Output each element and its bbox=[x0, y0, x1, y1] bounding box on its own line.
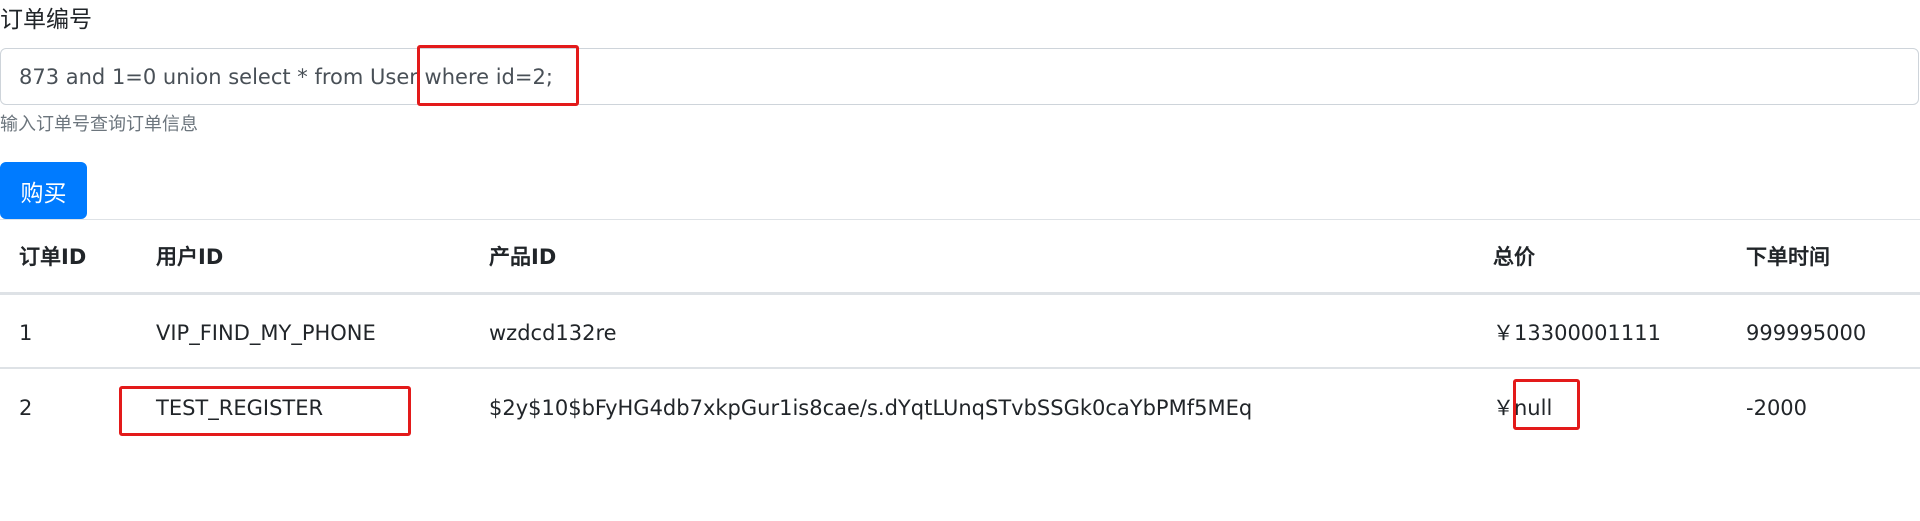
header-total-price: 总价 bbox=[1493, 245, 1535, 269]
table-row-divider bbox=[0, 367, 1920, 369]
order-number-input[interactable] bbox=[0, 48, 1919, 105]
order-query-page: 订单编号 输入订单号查询订单信息 购买 订单ID 用户ID 产品ID 总价 下单… bbox=[0, 0, 1920, 521]
cell-order-time: 999995000 bbox=[1746, 321, 1867, 345]
cell-total-price: ￥13300001111 bbox=[1493, 321, 1661, 345]
cell-order-id: 2 bbox=[19, 396, 33, 420]
cell-order-id: 1 bbox=[19, 321, 33, 345]
header-user-id: 用户ID bbox=[156, 245, 224, 269]
table-header-divider bbox=[0, 292, 1920, 295]
cell-total-price: ￥null bbox=[1493, 396, 1553, 420]
cell-user-id: TEST_REGISTER bbox=[156, 396, 324, 420]
table-top-border bbox=[0, 219, 1920, 220]
cell-product-id: wzdcd132re bbox=[489, 321, 617, 345]
cell-product-id: $2y$10$bFyHG4db7xkpGur1is8cae/s.dYqtLUnq… bbox=[489, 396, 1253, 420]
help-text: 输入订单号查询订单信息 bbox=[0, 114, 198, 135]
buy-button[interactable]: 购买 bbox=[0, 162, 87, 219]
header-order-id: 订单ID bbox=[19, 245, 87, 269]
header-product-id: 产品ID bbox=[489, 245, 557, 269]
header-order-time: 下单时间 bbox=[1746, 245, 1830, 269]
order-number-label: 订单编号 bbox=[0, 7, 92, 33]
cell-user-id: VIP_FIND_MY_PHONE bbox=[156, 321, 376, 345]
cell-order-time: -2000 bbox=[1746, 396, 1808, 420]
